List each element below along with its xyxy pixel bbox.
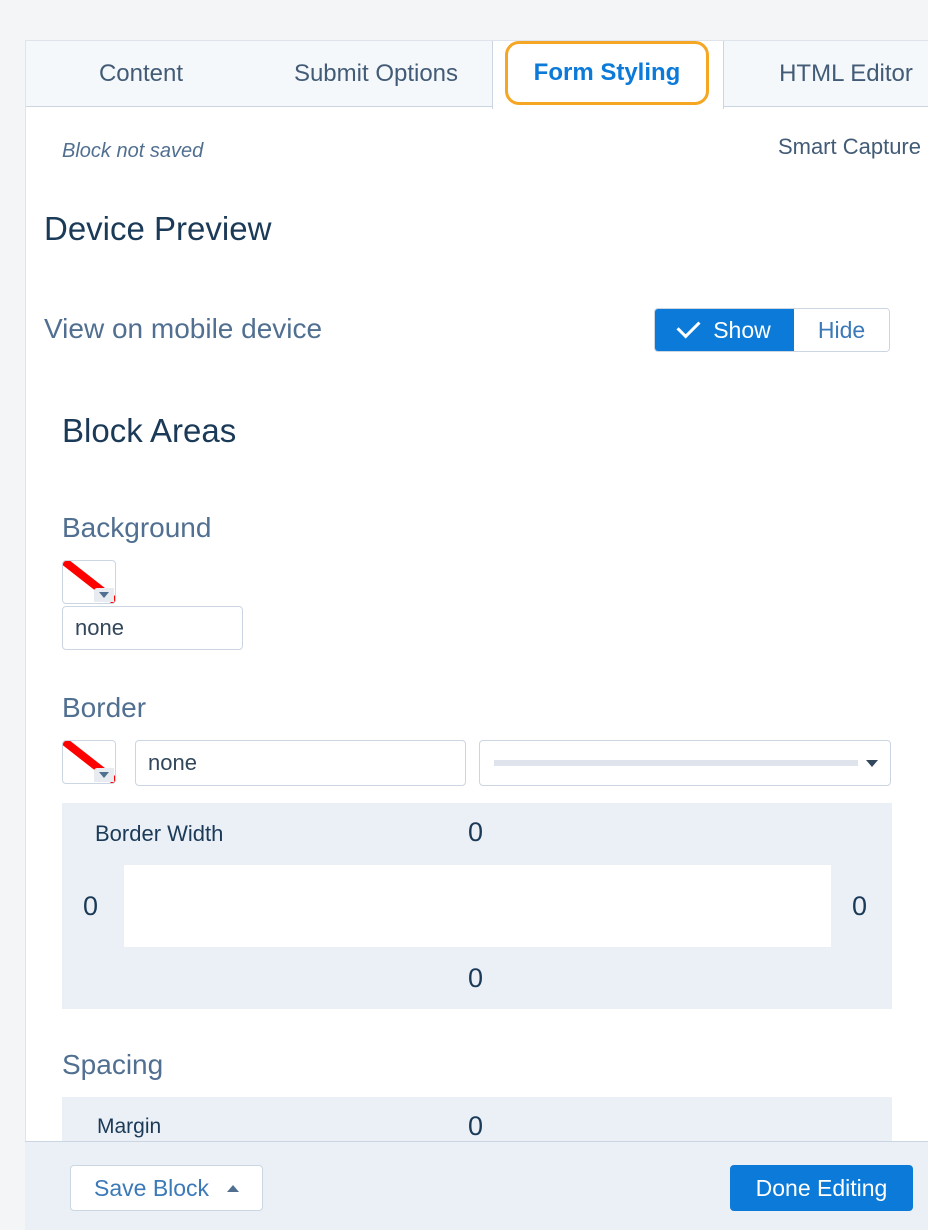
caret-down-icon <box>94 768 114 782</box>
block-areas-heading: Block Areas <box>62 412 237 449</box>
check-icon <box>676 314 701 339</box>
border-width-left[interactable]: 0 <box>83 891 98 922</box>
show-label: Show <box>713 317 771 343</box>
smart-capture-link[interactable]: Smart Capture <box>778 134 921 160</box>
caret-down-icon <box>866 760 878 767</box>
background-label: Background <box>62 512 212 543</box>
editor-footer: Save Block Done Editing <box>25 1141 928 1230</box>
mobile-view-toggle: Show Hide <box>654 308 890 352</box>
margin-top[interactable]: 0 <box>468 1111 483 1142</box>
border-width-title: Border Width <box>95 821 224 846</box>
border-color-input[interactable]: none <box>135 740 466 786</box>
editor-panel: Content Submit Options Form Styling HTML… <box>25 40 928 1230</box>
save-block-button[interactable]: Save Block <box>70 1165 263 1211</box>
spacing-label: Spacing <box>62 1049 164 1080</box>
border-width-right[interactable]: 0 <box>852 891 867 922</box>
border-width-preview <box>124 865 831 947</box>
tab-html-editor[interactable]: HTML Editor <box>761 41 928 107</box>
border-width-bottom[interactable]: 0 <box>468 963 483 994</box>
tab-submit-options[interactable]: Submit Options <box>271 41 481 107</box>
done-editing-button[interactable]: Done Editing <box>730 1165 913 1211</box>
tab-form-styling-label: Form Styling <box>505 41 709 105</box>
margin-box: Margin 0 <box>62 1097 892 1147</box>
caret-up-icon <box>227 1185 239 1192</box>
caret-down-icon <box>94 588 114 602</box>
show-button[interactable]: Show <box>655 309 794 351</box>
background-color-input[interactable]: none <box>62 606 243 650</box>
tab-form-styling[interactable]: Form Styling <box>492 41 724 109</box>
save-status: Block not saved <box>62 140 204 162</box>
mobile-view-label: View on mobile device <box>44 313 323 344</box>
border-style-select[interactable] <box>479 740 891 786</box>
border-color-swatch[interactable] <box>62 740 116 784</box>
border-width-box: Border Width 0 0 0 0 <box>62 803 892 1009</box>
border-style-preview <box>494 760 858 766</box>
background-color-swatch[interactable] <box>62 560 116 604</box>
border-label: Border <box>62 692 147 723</box>
tab-bar: Content Submit Options Form Styling HTML… <box>26 40 928 109</box>
border-width-top[interactable]: 0 <box>468 817 483 848</box>
hide-button[interactable]: Hide <box>794 309 889 351</box>
save-block-label: Save Block <box>94 1175 210 1201</box>
device-preview-heading: Device Preview <box>44 210 272 247</box>
margin-title: Margin <box>97 1115 162 1138</box>
tab-content[interactable]: Content <box>56 41 226 107</box>
